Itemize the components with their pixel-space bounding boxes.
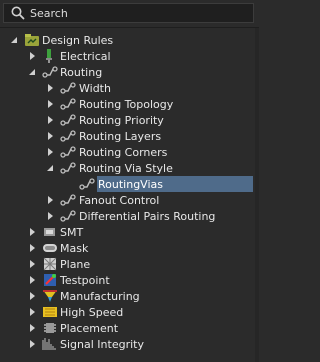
tree-item-routing-corners[interactable]: Routing Corners bbox=[0, 144, 259, 160]
collapsed-arrow-icon[interactable] bbox=[28, 292, 36, 300]
routing-rule-icon bbox=[60, 130, 76, 142]
tree-item-label: Fanout Control bbox=[79, 194, 160, 207]
tree-item-plane[interactable]: Plane bbox=[0, 256, 259, 272]
tree-item-signal-integrity[interactable]: Signal Integrity bbox=[0, 336, 259, 352]
expanded-arrow-icon[interactable] bbox=[46, 164, 54, 172]
collapsed-arrow-icon[interactable] bbox=[28, 308, 36, 316]
tree-item-mask[interactable]: Mask bbox=[0, 240, 259, 256]
tree-item-routing-layers[interactable]: Routing Layers bbox=[0, 128, 259, 144]
design-rules-tree: Design Rules Electrical Routing Width Ro… bbox=[0, 32, 259, 352]
tree-item-routing[interactable]: Routing bbox=[0, 64, 259, 80]
collapsed-arrow-icon[interactable] bbox=[28, 276, 36, 284]
collapsed-arrow-icon[interactable] bbox=[46, 100, 54, 108]
tree-item-differential-pairs-routing[interactable]: Differential Pairs Routing bbox=[0, 208, 259, 224]
tree-item-label: High Speed bbox=[60, 306, 124, 319]
routing-rule-icon bbox=[60, 162, 76, 174]
collapsed-arrow-icon[interactable] bbox=[46, 84, 54, 92]
collapsed-arrow-icon[interactable] bbox=[46, 116, 54, 124]
collapsed-arrow-icon[interactable] bbox=[28, 340, 36, 348]
collapsed-arrow-icon[interactable] bbox=[28, 324, 36, 332]
tree-item-label: Routing Topology bbox=[79, 98, 174, 111]
routing-rule-icon bbox=[60, 82, 76, 94]
high-speed-icon bbox=[43, 307, 57, 317]
smt-icon bbox=[44, 228, 55, 236]
tree-item-label: SMT bbox=[60, 226, 84, 239]
plane-icon bbox=[43, 257, 57, 271]
tree-item-label: Differential Pairs Routing bbox=[79, 210, 216, 223]
tree-item-label: Routing Layers bbox=[79, 130, 162, 143]
routing-rule-icon bbox=[60, 146, 76, 158]
manufacturing-icon bbox=[43, 290, 57, 302]
tree-item-label: Manufacturing bbox=[60, 290, 140, 303]
tree-item-manufacturing[interactable]: Manufacturing bbox=[0, 288, 259, 304]
tree-item-label: Routing Corners bbox=[79, 146, 168, 159]
tree-item-label: RoutingVias bbox=[98, 178, 163, 191]
tree-item-placement[interactable]: Placement bbox=[0, 320, 259, 336]
tree-item-routing-priority[interactable]: Routing Priority bbox=[0, 112, 259, 128]
routing-rule-icon bbox=[60, 210, 76, 222]
tree-item-label: Routing Via Style bbox=[79, 162, 173, 175]
tree-item-testpoint[interactable]: Testpoint bbox=[0, 272, 259, 288]
tree-item-label: Routing bbox=[60, 66, 103, 79]
tree-item-high-speed[interactable]: High Speed bbox=[0, 304, 259, 320]
electrical-icon bbox=[46, 49, 52, 63]
tree-item-label: Width bbox=[79, 82, 111, 95]
routing-icon bbox=[42, 66, 58, 78]
routing-rule-icon bbox=[60, 98, 76, 110]
expanded-arrow-icon[interactable] bbox=[28, 68, 36, 76]
testpoint-icon bbox=[44, 274, 56, 286]
placement-icon bbox=[44, 323, 56, 333]
tree-item-label: Design Rules bbox=[42, 34, 114, 47]
tree-item-width[interactable]: Width bbox=[0, 80, 259, 96]
collapsed-arrow-icon[interactable] bbox=[46, 132, 54, 140]
search-input[interactable] bbox=[30, 6, 230, 20]
routing-rule-icon bbox=[79, 178, 95, 190]
collapsed-arrow-icon[interactable] bbox=[46, 212, 54, 220]
tree-item-label: Routing Priority bbox=[79, 114, 164, 127]
signal-integrity-icon bbox=[42, 338, 56, 350]
tree-item-fanout-control[interactable]: Fanout Control bbox=[0, 192, 259, 208]
tree-item-smt[interactable]: SMT bbox=[0, 224, 259, 240]
tree-item-routing-topology[interactable]: Routing Topology bbox=[0, 96, 259, 112]
search-icon bbox=[11, 6, 25, 20]
collapsed-arrow-icon[interactable] bbox=[46, 148, 54, 156]
tree-item-design-rules[interactable]: Design Rules bbox=[0, 32, 259, 48]
tree-item-label: Signal Integrity bbox=[60, 338, 144, 351]
collapsed-arrow-icon[interactable] bbox=[28, 260, 36, 268]
tree-item-routing-vias[interactable]: RoutingVias bbox=[0, 176, 259, 192]
search-box[interactable] bbox=[3, 3, 254, 23]
collapsed-arrow-icon[interactable] bbox=[28, 52, 36, 60]
routing-rule-icon bbox=[60, 114, 76, 126]
tree-item-label: Testpoint bbox=[60, 274, 110, 287]
routing-rule-icon bbox=[60, 194, 76, 206]
expanded-arrow-icon[interactable] bbox=[10, 36, 18, 44]
collapsed-arrow-icon[interactable] bbox=[46, 196, 54, 204]
divider bbox=[0, 27, 259, 28]
tree-item-label: Placement bbox=[60, 322, 119, 335]
design-rules-icon bbox=[25, 34, 39, 46]
collapsed-arrow-icon[interactable] bbox=[28, 228, 36, 236]
mask-icon bbox=[43, 244, 57, 252]
panel-edge bbox=[255, 28, 259, 362]
collapsed-arrow-icon[interactable] bbox=[28, 244, 36, 252]
tree-item-label: Plane bbox=[60, 258, 91, 271]
tree-item-label: Mask bbox=[60, 242, 89, 255]
tree-item-label: Electrical bbox=[60, 50, 111, 63]
tree-item-routing-via-style[interactable]: Routing Via Style bbox=[0, 160, 259, 176]
tree-item-electrical[interactable]: Electrical bbox=[0, 48, 259, 64]
